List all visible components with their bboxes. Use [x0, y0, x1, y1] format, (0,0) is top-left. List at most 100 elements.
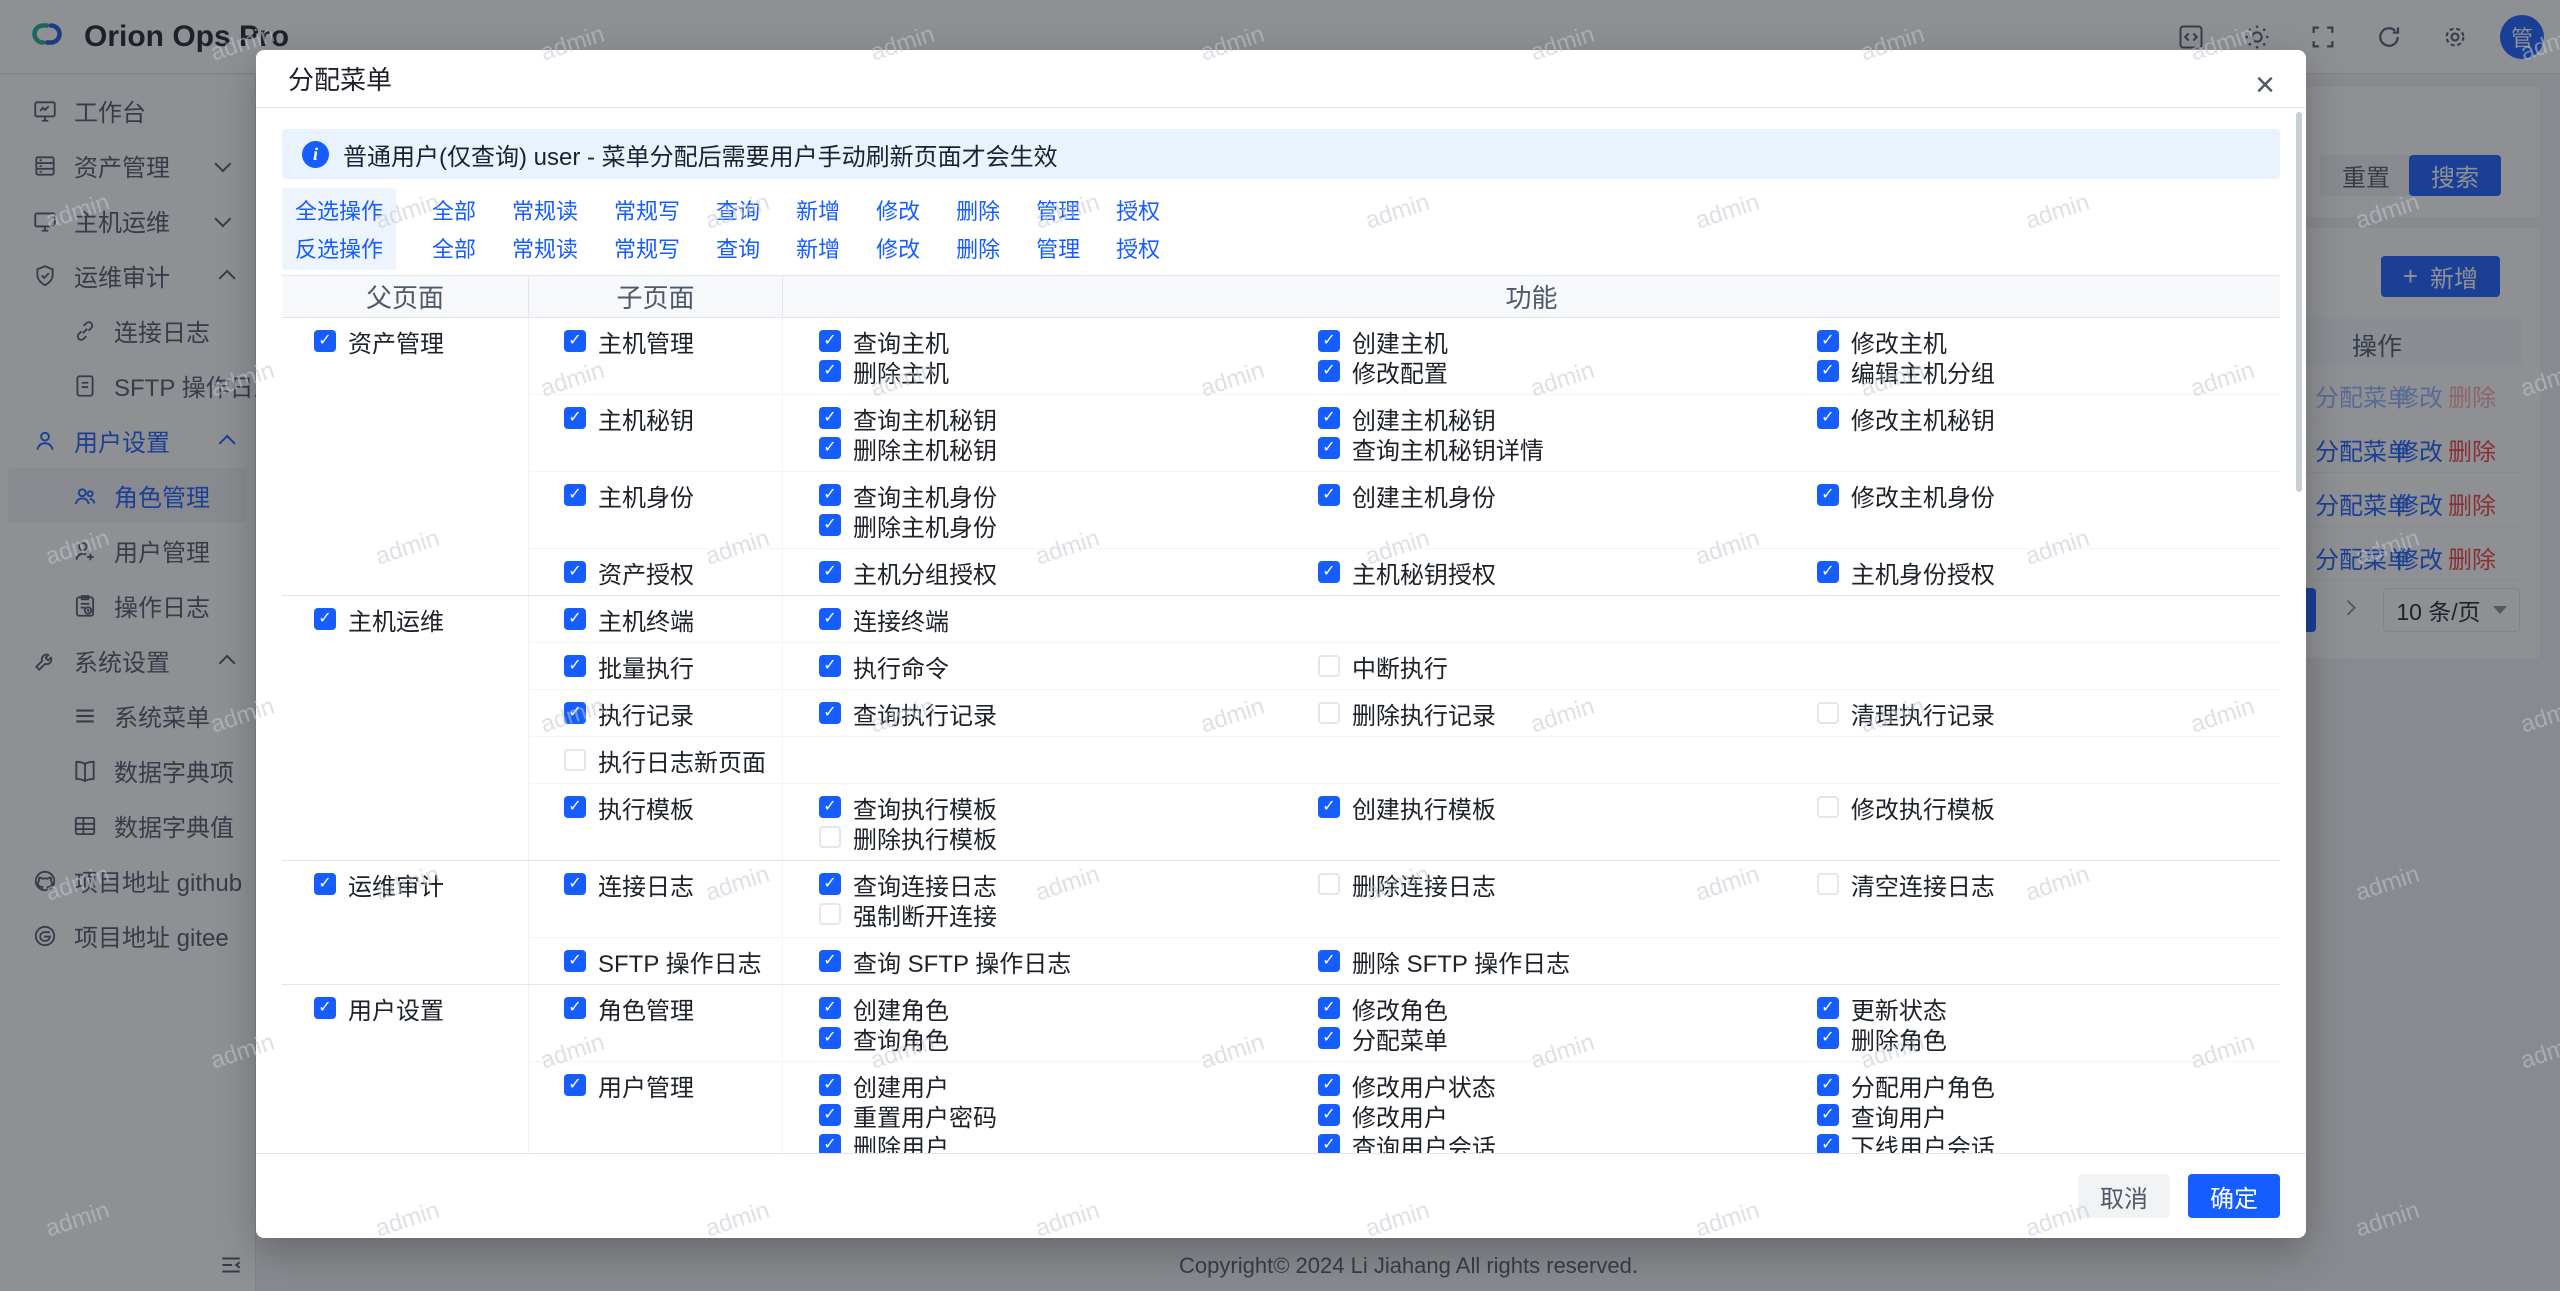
permission-checkbox-item[interactable]: ✓查询角色 [819, 1023, 1282, 1053]
checkbox-checked-icon[interactable]: ✓ [819, 484, 841, 506]
filter-link[interactable]: 新增 [796, 194, 840, 226]
checkbox-checked-icon[interactable]: ✓ [1318, 360, 1340, 382]
checkbox-checked-icon[interactable]: ✓ [819, 407, 841, 429]
permission-checkbox-item[interactable]: ✓资产授权 [564, 557, 782, 587]
permission-checkbox-item[interactable]: 清空连接日志 [1817, 869, 2280, 899]
checkbox-checked-icon[interactable]: ✓ [819, 330, 841, 352]
permission-checkbox-item[interactable]: 删除执行模板 [819, 822, 1282, 852]
checkbox-checked-icon[interactable]: ✓ [1318, 561, 1340, 583]
permission-checkbox-item[interactable]: ✓查询 SFTP 操作日志 [819, 946, 1282, 976]
permission-checkbox-item[interactable]: ✓创建主机秘钥 [1318, 403, 1781, 433]
permission-checkbox-item[interactable]: ✓查询主机秘钥详情 [1318, 433, 1781, 463]
filter-link[interactable]: 查询 [716, 194, 760, 226]
permission-checkbox-item[interactable]: ✓执行记录 [564, 698, 782, 728]
checkbox-checked-icon[interactable]: ✓ [1318, 1027, 1340, 1049]
permission-checkbox-item[interactable]: ✓主机身份授权 [1817, 557, 2280, 587]
filter-link[interactable]: 常规写 [614, 232, 680, 264]
permission-checkbox-item[interactable]: ✓查询用户会话 [1318, 1130, 1781, 1153]
checkbox-checked-icon[interactable]: ✓ [1318, 330, 1340, 352]
invert-select-action[interactable]: 反选操作 [282, 226, 396, 270]
filter-link[interactable]: 常规读 [512, 232, 578, 264]
permission-checkbox-item[interactable]: ✓分配菜单 [1318, 1023, 1781, 1053]
permission-checkbox-item[interactable]: 强制断开连接 [819, 899, 1282, 929]
checkbox-unchecked-icon[interactable] [1817, 702, 1839, 724]
permission-checkbox-item[interactable]: ✓修改角色 [1318, 993, 1781, 1023]
permission-checkbox-item[interactable]: ✓修改主机身份 [1817, 480, 2280, 510]
checkbox-checked-icon[interactable]: ✓ [819, 655, 841, 677]
filter-link[interactable]: 管理 [1036, 194, 1080, 226]
checkbox-checked-icon[interactable]: ✓ [819, 437, 841, 459]
checkbox-checked-icon[interactable]: ✓ [1817, 360, 1839, 382]
permission-checkbox-item[interactable]: ✓创建用户 [819, 1070, 1282, 1100]
permission-checkbox-item[interactable]: ✓修改用户 [1318, 1100, 1781, 1130]
permission-checkbox-item[interactable]: ✓删除主机身份 [819, 510, 1282, 540]
permission-checkbox-item[interactable]: ✓删除角色 [1817, 1023, 2280, 1053]
filter-link[interactable]: 删除 [956, 232, 1000, 264]
permission-checkbox-item[interactable]: ✓连接终端 [819, 604, 1282, 634]
checkbox-unchecked-icon[interactable] [1817, 873, 1839, 895]
checkbox-checked-icon[interactable]: ✓ [1318, 796, 1340, 818]
permission-checkbox-item[interactable]: ✓分配用户角色 [1817, 1070, 2280, 1100]
permission-checkbox-item[interactable]: ✓删除 SFTP 操作日志 [1318, 946, 1781, 976]
checkbox-unchecked-icon[interactable] [1817, 796, 1839, 818]
permission-checkbox-item[interactable]: ✓执行模板 [564, 792, 782, 822]
filter-link[interactable]: 全部 [432, 232, 476, 264]
checkbox-checked-icon[interactable]: ✓ [819, 1134, 841, 1153]
filter-link[interactable]: 常规写 [614, 194, 680, 226]
modal-scrollbar[interactable] [2296, 112, 2302, 492]
filter-link[interactable]: 全部 [432, 194, 476, 226]
checkbox-checked-icon[interactable]: ✓ [819, 1027, 841, 1049]
checkbox-checked-icon[interactable]: ✓ [314, 330, 336, 352]
permission-checkbox-item[interactable]: ✓主机分组授权 [819, 557, 1282, 587]
checkbox-checked-icon[interactable]: ✓ [819, 1104, 841, 1126]
permission-checkbox-item[interactable]: 删除连接日志 [1318, 869, 1781, 899]
checkbox-checked-icon[interactable]: ✓ [1817, 330, 1839, 352]
permission-checkbox-item[interactable]: ✓创建角色 [819, 993, 1282, 1023]
checkbox-unchecked-icon[interactable] [1318, 702, 1340, 724]
checkbox-checked-icon[interactable]: ✓ [819, 514, 841, 536]
permission-checkbox-item[interactable]: ✓删除主机秘钥 [819, 433, 1282, 463]
checkbox-checked-icon[interactable]: ✓ [564, 608, 586, 630]
permission-checkbox-item[interactable]: ✓创建主机 [1318, 326, 1781, 356]
checkbox-checked-icon[interactable]: ✓ [314, 997, 336, 1019]
checkbox-checked-icon[interactable]: ✓ [564, 407, 586, 429]
checkbox-unchecked-icon[interactable] [819, 903, 841, 925]
permission-checkbox-item[interactable]: ✓查询主机身份 [819, 480, 1282, 510]
permission-checkbox-item[interactable]: 清理执行记录 [1817, 698, 2280, 728]
permission-checkbox-item[interactable]: ✓下线用户会话 [1817, 1130, 2280, 1153]
filter-link[interactable]: 修改 [876, 194, 920, 226]
checkbox-unchecked-icon[interactable] [1318, 873, 1340, 895]
checkbox-checked-icon[interactable]: ✓ [1318, 1074, 1340, 1096]
permission-checkbox-item[interactable]: 中断执行 [1318, 651, 1781, 681]
permission-checkbox-item[interactable]: ✓SFTP 操作日志 [564, 946, 782, 976]
checkbox-unchecked-icon[interactable] [1318, 655, 1340, 677]
permission-checkbox-item[interactable]: ✓执行命令 [819, 651, 1282, 681]
filter-link[interactable]: 常规读 [512, 194, 578, 226]
permission-checkbox-item[interactable]: ✓删除主机 [819, 356, 1282, 386]
checkbox-checked-icon[interactable]: ✓ [819, 997, 841, 1019]
permission-checkbox-item[interactable]: ✓批量执行 [564, 651, 782, 681]
permission-checkbox-item[interactable]: ✓查询连接日志 [819, 869, 1282, 899]
permission-checkbox-item[interactable]: ✓运维审计 [314, 869, 528, 899]
checkbox-checked-icon[interactable]: ✓ [1318, 1134, 1340, 1153]
permission-checkbox-item[interactable]: ✓查询用户 [1817, 1100, 2280, 1130]
checkbox-checked-icon[interactable]: ✓ [314, 873, 336, 895]
checkbox-checked-icon[interactable]: ✓ [1817, 1134, 1839, 1153]
cancel-button[interactable]: 取消 [2078, 1174, 2170, 1218]
permission-checkbox-item[interactable]: 执行日志新页面 [564, 745, 782, 775]
permission-checkbox-item[interactable]: ✓修改配置 [1318, 356, 1781, 386]
checkbox-checked-icon[interactable]: ✓ [819, 561, 841, 583]
filter-link[interactable]: 查询 [716, 232, 760, 264]
checkbox-checked-icon[interactable]: ✓ [1318, 484, 1340, 506]
permission-checkbox-item[interactable]: ✓主机终端 [564, 604, 782, 634]
checkbox-checked-icon[interactable]: ✓ [1318, 950, 1340, 972]
permission-checkbox-item[interactable]: ✓编辑主机分组 [1817, 356, 2280, 386]
checkbox-checked-icon[interactable]: ✓ [1817, 997, 1839, 1019]
permission-checkbox-item[interactable]: ✓查询主机 [819, 326, 1282, 356]
permission-checkbox-item[interactable]: ✓连接日志 [564, 869, 782, 899]
checkbox-checked-icon[interactable]: ✓ [564, 655, 586, 677]
checkbox-checked-icon[interactable]: ✓ [1817, 1027, 1839, 1049]
permission-checkbox-item[interactable]: ✓修改主机秘钥 [1817, 403, 2280, 433]
permission-checkbox-item[interactable]: ✓主机运维 [314, 604, 528, 634]
filter-link[interactable]: 修改 [876, 232, 920, 264]
